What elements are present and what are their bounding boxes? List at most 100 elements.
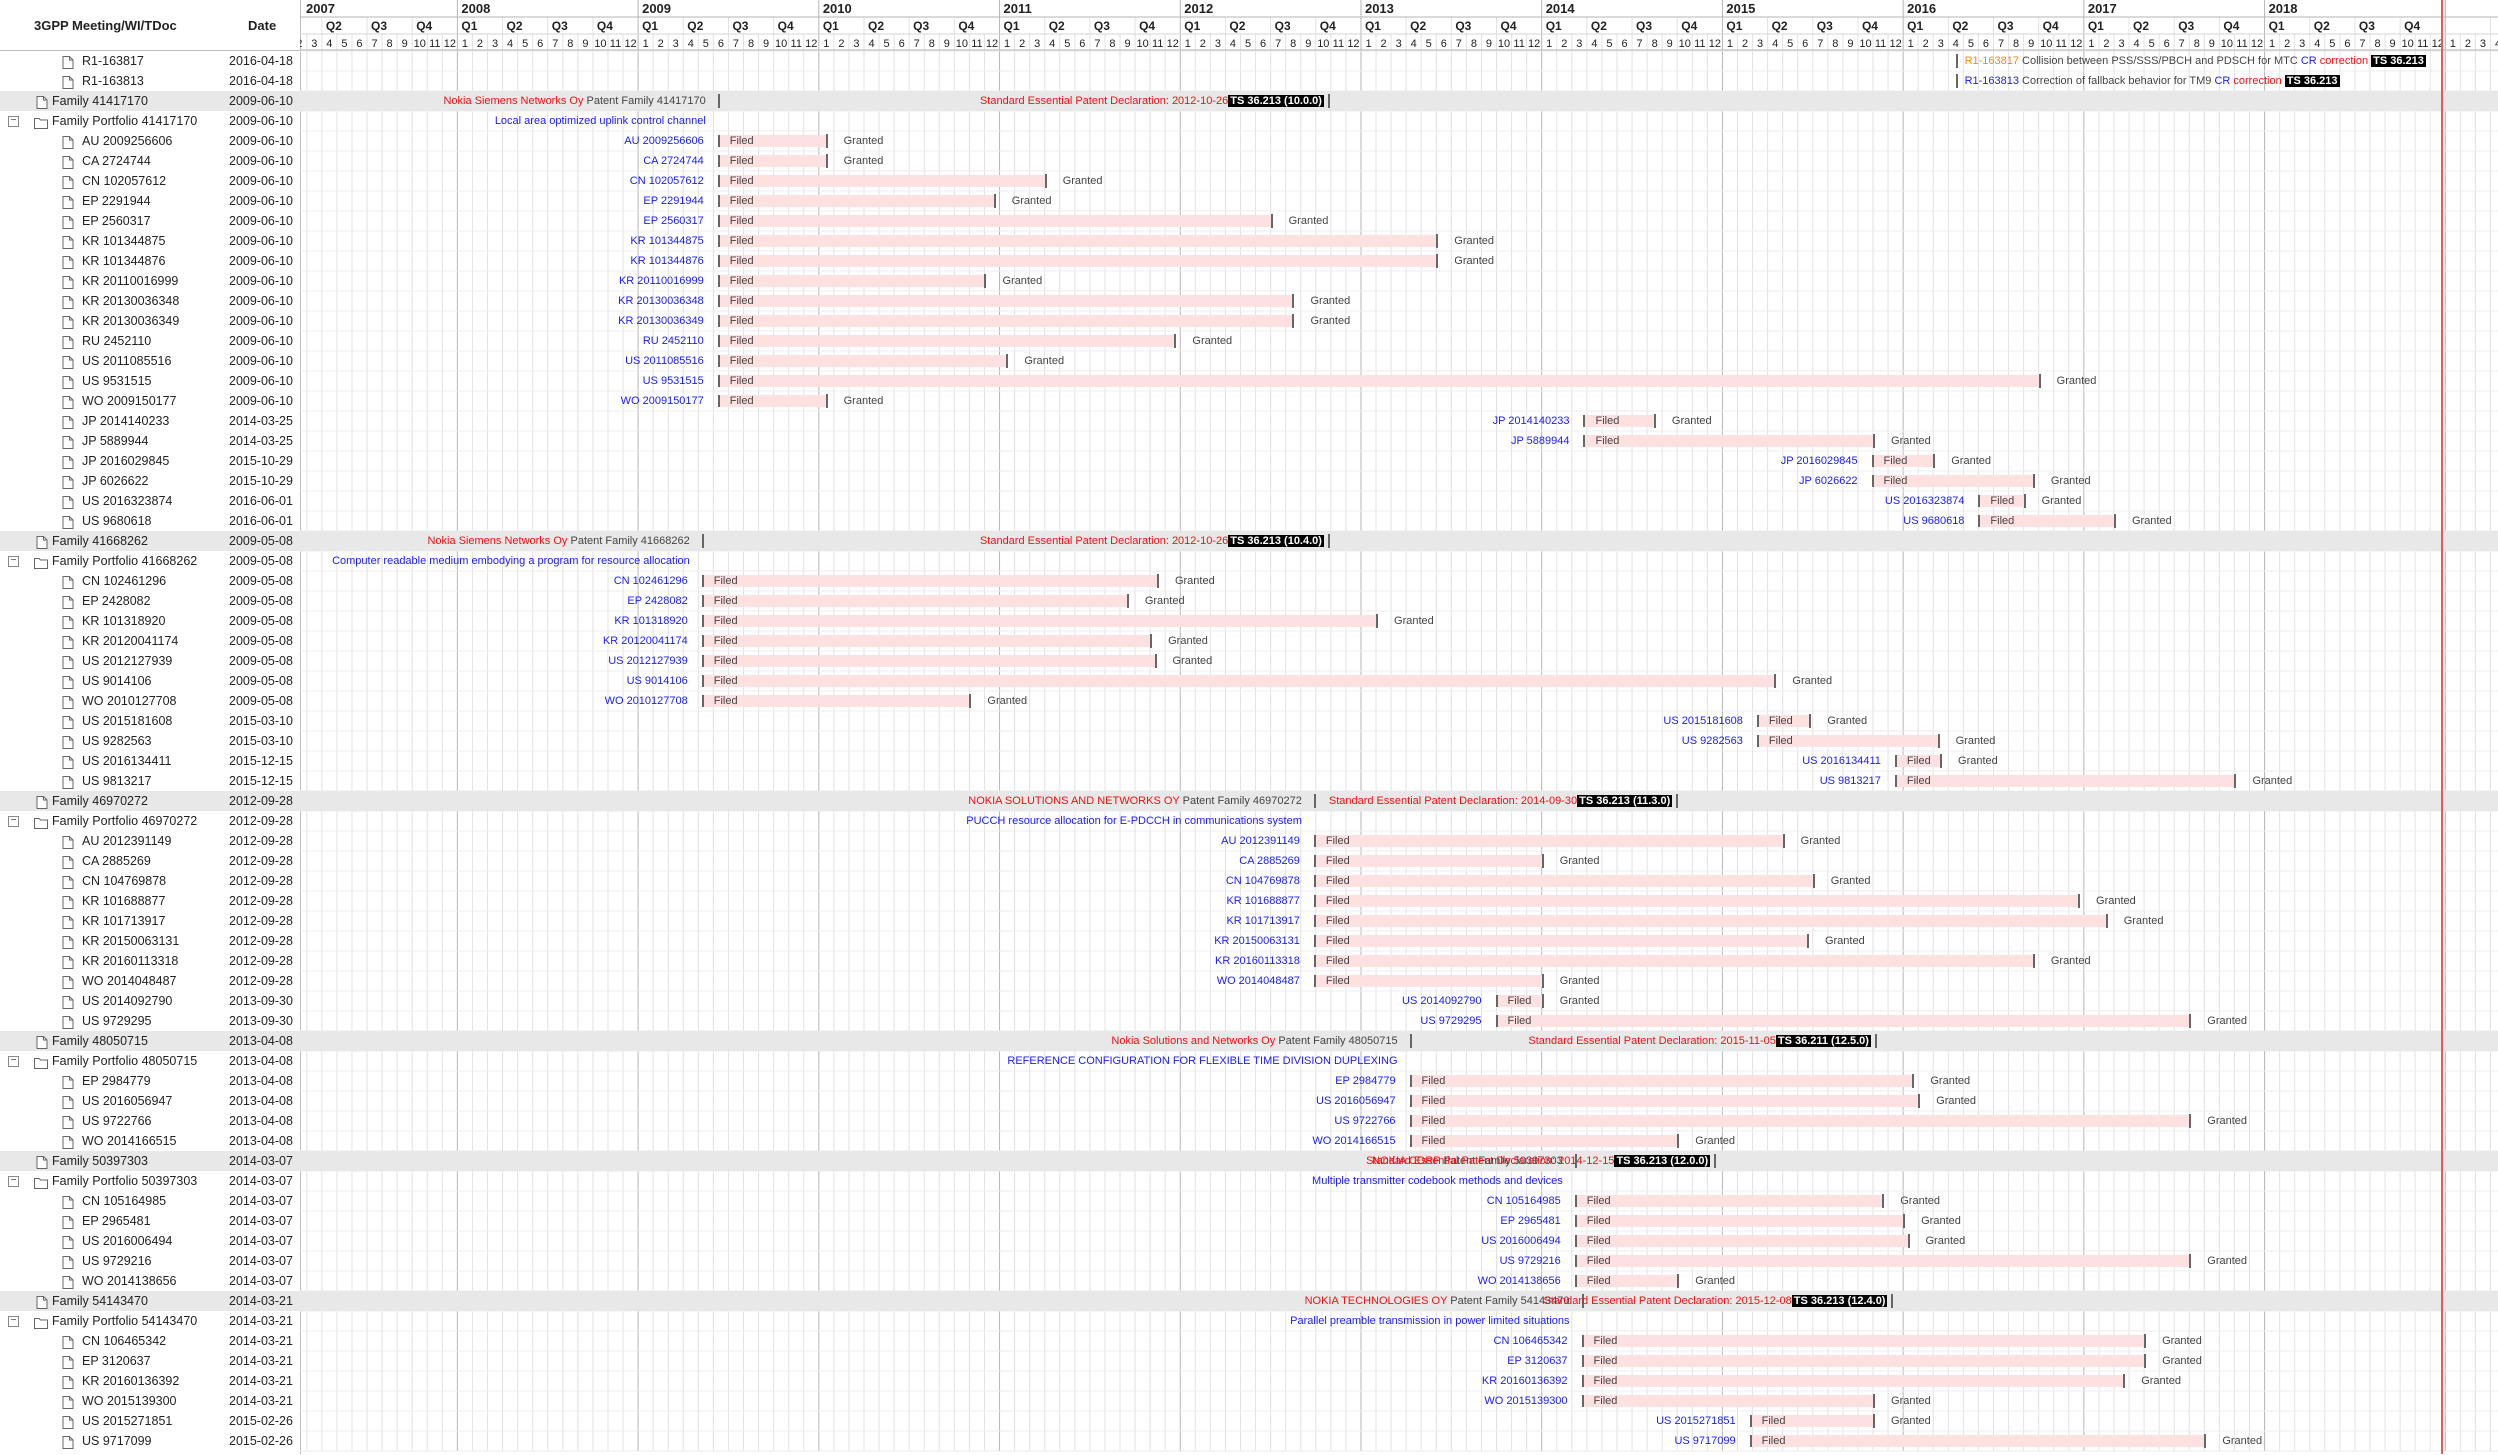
patent-row[interactable]: AU 2012391149 2012-09-28 <box>0 831 300 851</box>
patent-pending-bar[interactable] <box>1574 1195 1885 1207</box>
patent-number-link[interactable]: US 2015181608 <box>1663 711 1743 731</box>
patent-number-link[interactable]: EP 2984779 <box>1335 1071 1395 1091</box>
patent-pending-bar[interactable] <box>717 275 987 287</box>
patent-number-link[interactable]: KR 20130036349 <box>618 311 704 331</box>
sep-declaration-label[interactable]: Standard Essential Patent Declaration: 2… <box>980 531 1324 551</box>
patent-row[interactable]: US 2016134411 2015-12-15 <box>0 751 300 771</box>
patent-pending-bar[interactable] <box>1313 955 2035 967</box>
column-header-name[interactable]: 3GPP Meeting/WI/TDoc <box>34 18 177 33</box>
patent-number-link[interactable]: WO 2014138656 <box>1478 1271 1561 1291</box>
patent-number-link[interactable]: CN 102461296 <box>614 571 688 591</box>
patent-row[interactable]: JP 6026622 2015-10-29 <box>0 471 300 491</box>
family-owner-label[interactable]: Nokia Solutions and Networks Oy Patent F… <box>1111 1031 1397 1051</box>
patent-row[interactable]: CN 106465342 2014-03-21 <box>0 1331 300 1351</box>
patent-row[interactable]: KR 20130036349 2009-06-10 <box>0 311 300 331</box>
patent-number-link[interactable]: KR 101344876 <box>630 251 703 271</box>
patent-pending-bar[interactable] <box>701 635 1153 647</box>
patent-row[interactable]: US 2016323874 2016-06-01 <box>0 491 300 511</box>
patent-number-link[interactable]: EP 2560317 <box>643 211 703 231</box>
patent-pending-bar[interactable] <box>1574 1255 2192 1267</box>
patent-row[interactable]: KR 101713917 2012-09-28 <box>0 911 300 931</box>
patent-number-link[interactable]: KR 20120041174 <box>603 631 688 651</box>
patent-row[interactable]: RU 2452110 2009-06-10 <box>0 331 300 351</box>
patent-row[interactable]: JP 2016029845 2015-10-29 <box>0 451 300 471</box>
family-owner-label[interactable]: NOKIA TECHNOLOGIES OY Patent Family 5414… <box>1305 1291 1570 1311</box>
patent-row[interactable]: US 9014106 2009-05-08 <box>0 671 300 691</box>
collapse-toggle-icon[interactable]: − <box>8 1176 19 1187</box>
column-header-date[interactable]: Date <box>248 18 276 33</box>
patent-number-link[interactable]: JP 2016029845 <box>1781 451 1858 471</box>
doc-entry-label[interactable]: R1-163817 Collision between PSS/SSS/PBCH… <box>1965 51 2426 71</box>
patent-row[interactable]: EP 2560317 2009-06-10 <box>0 211 300 231</box>
family-row[interactable]: Family 46970272 2012-09-28 <box>0 791 300 811</box>
patent-row[interactable]: CN 104769878 2012-09-28 <box>0 871 300 891</box>
patent-number-link[interactable]: US 9729216 <box>1500 1251 1561 1271</box>
patent-number-link[interactable]: CN 106465342 <box>1494 1331 1568 1351</box>
patent-number-link[interactable]: US 9680618 <box>1903 511 1964 531</box>
patent-pending-bar[interactable] <box>1313 895 2081 907</box>
patent-number-link[interactable]: US 2012127939 <box>608 651 688 671</box>
family-owner-label[interactable]: Nokia Siemens Networks Oy Patent Family … <box>443 91 705 111</box>
doc-row[interactable]: R1-163813 2016-04-18 <box>0 71 300 91</box>
family-row[interactable]: Family 48050715 2013-04-08 <box>0 1031 300 1051</box>
patent-number-link[interactable]: JP 2014140233 <box>1493 411 1570 431</box>
portfolio-title[interactable]: Local area optimized uplink control chan… <box>495 111 706 131</box>
patent-row[interactable]: US 9729295 2013-09-30 <box>0 1011 300 1031</box>
portfolio-row[interactable]: − Family Portfolio 50397303 2014-03-07 <box>0 1171 300 1191</box>
patent-row[interactable]: US 2014092790 2013-09-30 <box>0 991 300 1011</box>
patent-row[interactable]: AU 2009256606 2009-06-10 <box>0 131 300 151</box>
patent-pending-bar[interactable] <box>1749 1435 2207 1447</box>
sep-declaration-label[interactable]: Standard Essential Patent Declaration: 2… <box>1528 1031 1871 1051</box>
patent-number-link[interactable]: US 2016134411 <box>1802 751 1881 771</box>
collapse-toggle-icon[interactable]: − <box>8 116 19 127</box>
collapse-toggle-icon[interactable]: − <box>8 1056 19 1067</box>
doc-row[interactable]: R1-163817 2016-04-18 <box>0 51 300 71</box>
portfolio-row[interactable]: − Family Portfolio 41417170 2009-06-10 <box>0 111 300 131</box>
patent-row[interactable]: WO 2014138656 2014-03-07 <box>0 1271 300 1291</box>
patent-pending-bar[interactable] <box>1313 915 2108 927</box>
patent-number-link[interactable]: US 9282563 <box>1682 731 1743 751</box>
patent-row[interactable]: KR 20120041174 2009-05-08 <box>0 631 300 651</box>
patent-pending-bar[interactable] <box>717 375 2041 387</box>
patent-pending-bar[interactable] <box>1313 835 1785 847</box>
patent-row[interactable]: KR 20130036348 2009-06-10 <box>0 291 300 311</box>
patent-pending-bar[interactable] <box>717 295 1295 307</box>
patent-row[interactable]: US 2015181608 2015-03-10 <box>0 711 300 731</box>
patent-row[interactable]: US 9813217 2015-12-15 <box>0 771 300 791</box>
patent-pending-bar[interactable] <box>701 595 1129 607</box>
patent-number-link[interactable]: EP 2965481 <box>1500 1211 1560 1231</box>
patent-pending-bar[interactable] <box>1495 1015 2192 1027</box>
patent-number-link[interactable]: RU 2452110 <box>643 331 704 351</box>
portfolio-row[interactable]: − Family Portfolio 54143470 2014-03-21 <box>0 1311 300 1331</box>
patent-pending-bar[interactable] <box>1409 1095 1921 1107</box>
patent-row[interactable]: US 2012127939 2009-05-08 <box>0 651 300 671</box>
patent-row[interactable]: WO 2014166515 2013-04-08 <box>0 1131 300 1151</box>
patent-number-link[interactable]: CN 102057612 <box>630 171 704 191</box>
patent-number-link[interactable]: US 9722766 <box>1334 1111 1395 1131</box>
family-row[interactable]: Family 50397303 2014-03-07 <box>0 1151 300 1171</box>
patent-number-link[interactable]: US 2011085516 <box>625 351 704 371</box>
patent-number-link[interactable]: KR 20160136392 <box>1482 1371 1568 1391</box>
portfolio-row[interactable]: − Family Portfolio 48050715 2013-04-08 <box>0 1051 300 1071</box>
patent-number-link[interactable]: CN 104769878 <box>1226 871 1300 891</box>
patent-row[interactable]: JP 2014140233 2014-03-25 <box>0 411 300 431</box>
patent-number-link[interactable]: US 9717099 <box>1674 1431 1735 1451</box>
patent-row[interactable]: KR 20150063131 2012-09-28 <box>0 931 300 951</box>
tdoc-id[interactable]: R1-163817 <box>1965 55 2019 67</box>
patent-row[interactable]: KR 101688877 2012-09-28 <box>0 891 300 911</box>
collapse-toggle-icon[interactable]: − <box>8 816 19 827</box>
patent-number-link[interactable]: US 9531515 <box>643 371 704 391</box>
patent-pending-bar[interactable] <box>1581 1375 2126 1387</box>
patent-number-link[interactable]: KR 20150063131 <box>1214 931 1300 951</box>
patent-row[interactable]: EP 2965481 2014-03-07 <box>0 1211 300 1231</box>
portfolio-row[interactable]: − Family Portfolio 46970272 2012-09-28 <box>0 811 300 831</box>
patent-row[interactable]: CN 102461296 2009-05-08 <box>0 571 300 591</box>
patent-number-link[interactable]: AU 2012391149 <box>1221 831 1300 851</box>
patent-number-link[interactable]: EP 2428082 <box>627 591 687 611</box>
patent-number-link[interactable]: EP 3120637 <box>1507 1351 1567 1371</box>
patent-pending-bar[interactable] <box>1894 775 2237 787</box>
patent-pending-bar[interactable] <box>1583 415 1656 427</box>
patent-row[interactable]: US 9717099 2015-02-26 <box>0 1431 300 1451</box>
patent-row[interactable]: WO 2009150177 2009-06-10 <box>0 391 300 411</box>
patent-row[interactable]: EP 2428082 2009-05-08 <box>0 591 300 611</box>
